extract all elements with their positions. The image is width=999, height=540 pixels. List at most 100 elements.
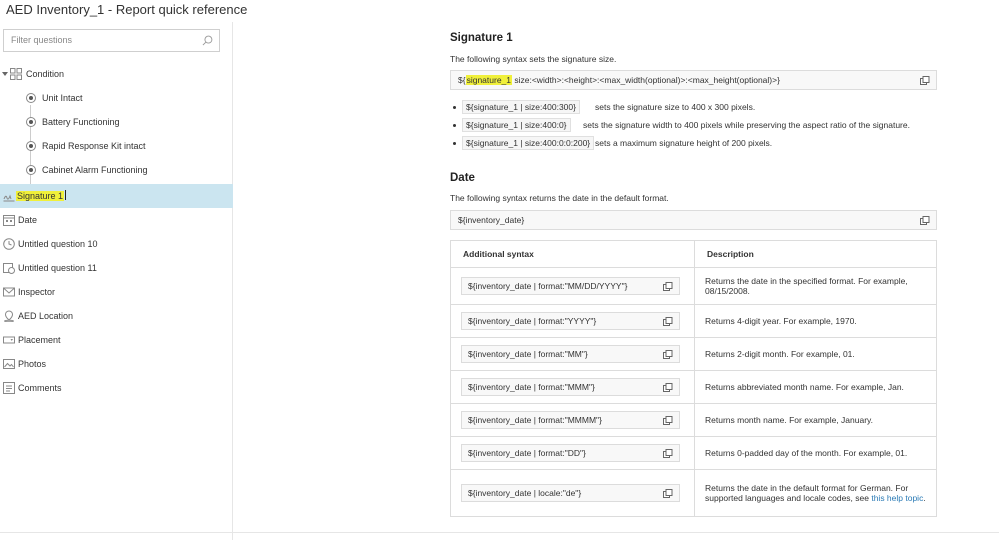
syntax-code: ${inventory_date | format:"YYYY"} xyxy=(468,316,597,326)
bullet-dot xyxy=(453,142,456,145)
syntax-code-box[interactable]: ${inventory_date | format:"MMMM"} xyxy=(461,411,680,429)
date-syntax-box[interactable]: ${inventory_date} xyxy=(450,210,937,230)
syntax-code: ${inventory_date | locale:"de"} xyxy=(468,488,582,498)
column-header-description: Description xyxy=(694,240,937,268)
syntax-code-box[interactable]: ${inventory_date | format:"MM/DD/YYYY"} xyxy=(461,277,680,295)
sidebar-item-label-wrap: Signature 1 xyxy=(16,184,67,208)
description-cell: Returns the date in the specified format… xyxy=(694,267,937,305)
bullet-code: ${signature_1 | size:400:300} xyxy=(462,100,580,114)
syntax-code: ${inventory_date | format:"MMM"} xyxy=(468,382,595,392)
bullet-text: sets the signature size to 400 x 300 pix… xyxy=(595,102,756,112)
syntax-cell: ${inventory_date | locale:"de"} xyxy=(450,469,695,517)
sidebar-item-label: Condition xyxy=(26,69,65,79)
signature-icon xyxy=(3,194,15,202)
radio-icon xyxy=(26,141,36,151)
table-row: ${inventory_date | format:"MM"} Returns … xyxy=(450,337,937,371)
sidebar-item-inspector[interactable]: Inspector xyxy=(0,280,233,304)
signature-syntax-box[interactable]: ${signature_1 size:<width>:<height>:<max… xyxy=(450,70,937,90)
sidebar-item-label: Inspector xyxy=(18,287,56,297)
syntax-cell: ${inventory_date | format:"MM"} xyxy=(450,337,695,371)
description-cell: Returns 2-digit month. For example, 01. xyxy=(694,337,937,371)
description-cell: Returns 0-padded day of the month. For e… xyxy=(694,436,937,470)
sidebar-item-label: Rapid Response Kit intact xyxy=(42,141,146,151)
window-title: AED Inventory_1 - Report quick reference xyxy=(6,2,248,17)
search-icon[interactable] xyxy=(202,35,213,46)
sidebar-item-label: Photos xyxy=(18,359,47,369)
signature-intro: The following syntax sets the signature … xyxy=(450,54,617,64)
syntax-code: ${inventory_date | format:"DD"} xyxy=(468,448,586,458)
sidebar-item-label: Comments xyxy=(18,383,62,393)
dropdown-icon xyxy=(3,336,15,344)
bullet-code: ${signature_1 | size:400:0} xyxy=(462,118,571,132)
syntax-rest: size:<width>:<height>:<max_width(optiona… xyxy=(512,75,780,85)
syntax-prefix: ${ xyxy=(458,75,466,85)
calendar-icon xyxy=(3,215,15,226)
sidebar-item-signature[interactable]: Signature 1 xyxy=(0,184,233,208)
syntax-cell: ${inventory_date | format:"DD"} xyxy=(450,436,695,470)
location-icon xyxy=(4,310,14,322)
syntax-cell: ${inventory_date | format:"MMM"} xyxy=(450,370,695,404)
sidebar-item-placement[interactable]: Placement xyxy=(0,328,233,352)
column-header-syntax: Additional syntax xyxy=(450,240,695,268)
signature-heading: Signature 1 xyxy=(450,32,513,44)
copy-icon[interactable] xyxy=(663,383,673,392)
copy-icon[interactable] xyxy=(663,350,673,359)
sidebar-item-label: Unit Intact xyxy=(42,93,83,103)
syntax-cell: ${inventory_date | format:"YYYY"} xyxy=(450,304,695,338)
date-intro: The following syntax returns the date in… xyxy=(450,193,669,203)
sidebar-item-cabinet-alarm[interactable]: Cabinet Alarm Functioning xyxy=(0,158,233,182)
syntax-highlight: signature_1 xyxy=(465,75,512,85)
sidebar-item-date[interactable]: Date xyxy=(0,208,233,232)
sidebar-item-unit-intact[interactable]: Unit Intact xyxy=(0,86,233,110)
copy-icon[interactable] xyxy=(663,489,673,498)
radio-icon xyxy=(26,165,36,175)
sidebar-item-photos[interactable]: Photos xyxy=(0,352,233,376)
help-topic-link[interactable]: this help topic xyxy=(871,493,923,503)
sidebar-item-untitled-question-11[interactable]: Untitled question 11 xyxy=(0,256,233,280)
question-sidebar: Filter questions Condition Unit Intact B… xyxy=(0,22,233,540)
syntax-code: ${inventory_date | format:"MM"} xyxy=(468,349,588,359)
date-syntax-table: Additional syntax Description ${inventor… xyxy=(450,240,937,517)
clock-icon xyxy=(3,238,15,250)
sidebar-item-battery-functioning[interactable]: Battery Functioning xyxy=(0,110,233,134)
syntax-code-box[interactable]: ${inventory_date | format:"DD"} xyxy=(461,444,680,462)
table-row: ${inventory_date | locale:"de"} Returns … xyxy=(450,469,937,517)
syntax-code: ${inventory_date | format:"MMMM"} xyxy=(468,415,602,425)
syntax-code-box[interactable]: ${inventory_date | format:"MM"} xyxy=(461,345,680,363)
sidebar-item-untitled-question-10[interactable]: Untitled question 10 xyxy=(0,232,233,256)
bullet-dot xyxy=(453,124,456,127)
bullet-dot xyxy=(453,106,456,109)
syntax-code-box[interactable]: ${inventory_date | format:"MMM"} xyxy=(461,378,680,396)
date-syntax: ${inventory_date} xyxy=(458,215,525,225)
sidebar-item-condition[interactable]: Condition xyxy=(0,62,233,86)
copy-icon[interactable] xyxy=(663,282,673,291)
calendar-clock-icon xyxy=(3,263,15,274)
sidebar-item-comments[interactable]: Comments xyxy=(0,376,233,400)
table-row: ${inventory_date | format:"DD"} Returns … xyxy=(450,436,937,470)
mail-icon xyxy=(3,287,15,297)
table-row: ${inventory_date | format:"YYYY"} Return… xyxy=(450,304,937,338)
syntax-code-box[interactable]: ${inventory_date | format:"YYYY"} xyxy=(461,312,680,330)
copy-icon[interactable] xyxy=(920,76,930,85)
group-icon xyxy=(10,68,22,80)
copy-icon[interactable] xyxy=(663,449,673,458)
copy-icon[interactable] xyxy=(920,216,930,225)
sidebar-item-label: Untitled question 11 xyxy=(18,263,97,273)
filter-placeholder: Filter questions xyxy=(11,35,73,45)
sidebar-item-label: AED Location xyxy=(18,311,74,321)
syntax-code-box[interactable]: ${inventory_date | locale:"de"} xyxy=(461,484,680,502)
chevron-down-icon[interactable] xyxy=(2,71,8,77)
filter-questions-input[interactable]: Filter questions xyxy=(3,29,220,52)
date-heading: Date xyxy=(450,172,475,184)
table-row: ${inventory_date | format:"MM/DD/YYYY"} … xyxy=(450,267,937,305)
radio-icon xyxy=(26,117,36,127)
description-cell: Returns abbreviated month name. For exam… xyxy=(694,370,937,404)
bottom-divider xyxy=(0,532,999,533)
copy-icon[interactable] xyxy=(663,416,673,425)
bullet-code: ${signature_1 | size:400:0:0:200} xyxy=(462,136,595,150)
copy-icon[interactable] xyxy=(663,317,673,326)
sidebar-item-label: Placement xyxy=(18,335,61,345)
table-row: ${inventory_date | format:"MMM"} Returns… xyxy=(450,370,937,404)
sidebar-item-rapid-response-kit[interactable]: Rapid Response Kit intact xyxy=(0,134,233,158)
sidebar-item-aed-location[interactable]: AED Location xyxy=(0,304,233,328)
